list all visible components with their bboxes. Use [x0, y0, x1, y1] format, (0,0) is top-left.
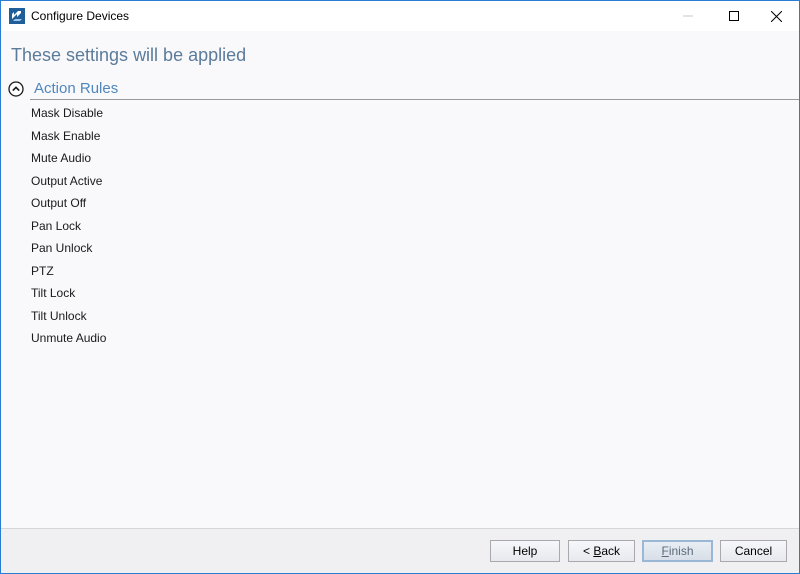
title-bar[interactable]: Configure Devices	[1, 1, 799, 31]
window-title: Configure Devices	[31, 9, 130, 23]
list-item: Tilt Lock	[31, 286, 76, 300]
minimize-button[interactable]	[665, 1, 711, 31]
maximize-icon	[729, 11, 739, 21]
app-icon	[9, 8, 25, 24]
finish-label-rest: inish	[668, 544, 694, 558]
content-area: These settings will be applied Action Ru…	[1, 31, 799, 528]
list-item: Pan Unlock	[31, 241, 93, 255]
back-button[interactable]: < Back	[568, 540, 635, 562]
configure-devices-window: Configure Devices These settings will be…	[0, 0, 800, 574]
section-divider	[30, 99, 799, 100]
cancel-button[interactable]: Cancel	[720, 540, 787, 562]
list-item: PTZ	[31, 263, 54, 278]
list-item: Mask Disable	[31, 106, 104, 120]
action-rules-list: Mask Disable Mask Enable Mute Audio Outp…	[31, 104, 106, 352]
back-label-rest: ack	[601, 544, 621, 558]
list-item: Output Active	[31, 173, 103, 188]
list-item: Pan Lock	[31, 218, 82, 233]
section-title: Action Rules	[34, 80, 119, 97]
close-button[interactable]	[753, 1, 799, 31]
list-item: Output Off	[31, 196, 87, 210]
close-icon	[770, 10, 782, 22]
list-item: Mute Audio	[31, 151, 92, 165]
section-header-action-rules[interactable]: Action Rules	[8, 79, 799, 100]
help-button[interactable]: Help	[490, 540, 560, 562]
finish-accelerator: F	[661, 544, 669, 558]
back-prefix: <	[582, 544, 594, 558]
list-item: Unmute Audio	[31, 331, 107, 345]
chevron-up-circle-icon[interactable]	[8, 81, 24, 97]
maximize-button[interactable]	[711, 1, 757, 31]
page-title: These settings will be applied	[11, 45, 247, 65]
finish-button[interactable]: Finish	[642, 540, 713, 562]
list-item: Mask Enable	[31, 128, 101, 143]
list-item: Tilt Unlock	[31, 308, 87, 323]
button-bar: Help < Back Finish Cancel	[1, 528, 799, 573]
minimize-icon	[683, 15, 693, 17]
